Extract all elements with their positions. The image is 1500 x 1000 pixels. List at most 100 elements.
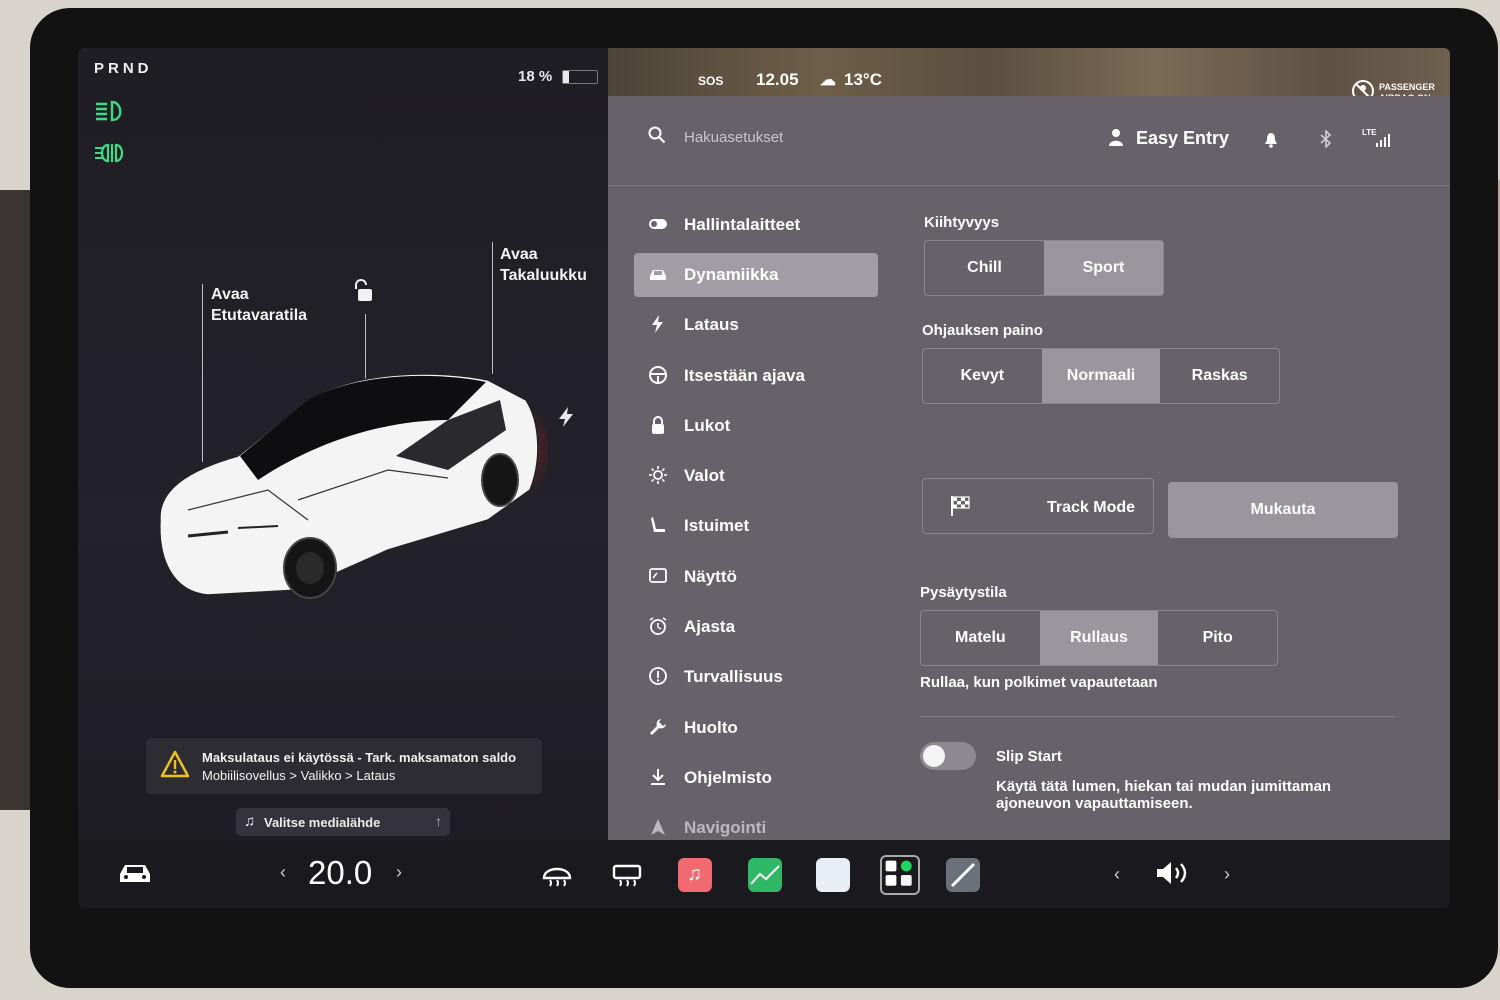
fog-light-icon xyxy=(95,143,124,163)
nav-item-lukot[interactable]: Lukot xyxy=(634,401,878,451)
search-icon[interactable] xyxy=(648,126,666,144)
option-chill[interactable]: Chill xyxy=(925,241,1044,295)
volume-prev-button[interactable]: ‹ xyxy=(1114,864,1120,885)
settings-nav: Hallintalaitteet Dynamiikka Lataus Itsestää… xyxy=(634,200,878,854)
battery-gauge xyxy=(562,70,598,84)
nav-item-turvallisuus[interactable]: Turvallisuus xyxy=(634,652,878,702)
nav-item-label: Valot xyxy=(684,466,725,486)
seat-icon xyxy=(651,517,665,533)
volume-next-button[interactable]: › xyxy=(1224,864,1230,885)
temp-down-button[interactable]: ‹ xyxy=(280,862,286,883)
nav-item-dynamiikka[interactable]: Dynamiikka xyxy=(634,253,878,298)
frunk-label-line1: Avaa xyxy=(211,286,249,303)
stocks-app-icon[interactable] xyxy=(748,858,782,892)
display-icon xyxy=(649,567,667,583)
car-panel: PRND 18 % Avaa Etutavaratila Avaa Takalu… xyxy=(78,48,608,840)
nav-item-itsestään-ajava[interactable]: Itsestään ajava xyxy=(634,351,878,401)
calendar-app-icon[interactable] xyxy=(816,858,850,892)
music-note-icon: ♫ xyxy=(244,813,256,830)
settings-header: Hakuasetukset Easy Entry LTE xyxy=(608,96,1450,186)
frunk-label-line2: Etutavaratila xyxy=(211,307,308,324)
app-launcher-icon[interactable] xyxy=(880,855,920,895)
slip-start-description: Käytä tätä lumen, hiekan tai mudan jumit… xyxy=(996,778,1332,812)
steering-wheel-icon xyxy=(649,365,667,384)
open-frunk-button[interactable]: Avaa Etutavaratila xyxy=(211,284,307,326)
arrow-up-icon: ↑ xyxy=(435,813,442,829)
option-normaali[interactable]: Normaali xyxy=(1041,349,1161,403)
battery-fill xyxy=(563,71,570,83)
nav-item-label: Itsestään ajava xyxy=(684,365,805,385)
nav-item-lataus[interactable]: Lataus xyxy=(634,300,878,350)
steering-selector: Kevyt Normaali Raskas xyxy=(922,348,1280,404)
acceleration-selector: Chill Sport xyxy=(924,240,1164,296)
unlock-icon[interactable] xyxy=(350,278,376,304)
nav-item-ohjelmisto[interactable]: Ohjelmisto xyxy=(634,753,878,803)
nav-item-ajasta[interactable]: Ajasta xyxy=(634,602,878,652)
car-3d-illustration xyxy=(159,373,548,599)
nav-item-label: Dynamiikka xyxy=(684,265,779,285)
nav-item-label: Näyttö xyxy=(684,566,737,586)
media-source-label: Valitse medialähde xyxy=(264,815,381,830)
nav-item-istuimet[interactable]: Istuimet xyxy=(634,501,878,551)
checkered-flag-icon xyxy=(951,496,970,516)
option-sport[interactable]: Sport xyxy=(1044,241,1163,295)
nav-item-huolto[interactable]: Huolto xyxy=(634,703,878,753)
car-icon[interactable] xyxy=(116,860,154,886)
search-input[interactable]: Hakuasetukset xyxy=(684,129,783,146)
media-source-button[interactable]: ♫ Valitse medialähde ↑ xyxy=(236,808,450,836)
option-raskas[interactable]: Raskas xyxy=(1160,349,1279,403)
sun-icon xyxy=(649,466,667,485)
track-mode-button[interactable]: Track Mode xyxy=(922,478,1154,534)
nav-item-label: Ajasta xyxy=(684,617,736,637)
nav-item-näyttö[interactable]: Näyttö xyxy=(634,552,878,602)
nav-item-label: Lukot xyxy=(684,415,731,435)
toggle-icon xyxy=(649,219,667,229)
trunk-callout-line xyxy=(492,242,493,374)
front-defrost-icon[interactable] xyxy=(540,858,574,892)
nav-item-label: Ohjelmisto xyxy=(684,767,772,787)
car-icon xyxy=(650,270,666,281)
bell-icon[interactable] xyxy=(1264,132,1278,148)
stopping-mode-description: Rullaa, kun polkimet vapautetaan xyxy=(920,674,1158,691)
camera-app-icon[interactable] xyxy=(946,858,980,892)
headlight-icon xyxy=(96,100,122,122)
bottom-bar: ‹ 20.0 › ♫ ‹ › xyxy=(78,840,1450,908)
open-trunk-button[interactable]: Avaa Takaluukku xyxy=(500,244,587,286)
outside-temperature: 13°C xyxy=(844,70,882,89)
temp-up-button[interactable]: › xyxy=(396,862,402,883)
stopping-mode-selector: Matelu Rullaus Pito xyxy=(920,610,1278,666)
warning-icon xyxy=(160,750,190,778)
bluetooth-icon[interactable] xyxy=(1320,130,1332,148)
lte-signal-icon: LTE xyxy=(1362,128,1396,148)
nav-item-label: Huolto xyxy=(684,717,738,737)
option-kevyt[interactable]: Kevyt xyxy=(923,349,1042,403)
slip-start-title: Slip Start xyxy=(996,748,1062,765)
alert-path: Mobiilisovellus > Valikko > Lataus xyxy=(202,768,396,783)
option-rullaus[interactable]: Rullaus xyxy=(1039,611,1159,665)
volume-icon[interactable] xyxy=(1154,858,1194,888)
clock: 12.05 xyxy=(756,70,799,89)
user-icon[interactable] xyxy=(1108,128,1124,146)
charging-alert[interactable]: Maksulataus ei käytössä - Tark. maksamat… xyxy=(146,738,542,794)
navigation-icon xyxy=(651,819,665,836)
option-matelu[interactable]: Matelu xyxy=(921,611,1040,665)
lock-icon xyxy=(652,415,664,434)
info-circle-icon xyxy=(649,667,667,686)
driver-profile[interactable]: Easy Entry xyxy=(1136,128,1229,149)
slip-start-toggle[interactable] xyxy=(920,742,976,770)
cloud-icon: ☁ xyxy=(820,72,836,89)
track-mode-label: Track Mode xyxy=(1047,499,1136,516)
nav-item-valot[interactable]: Valot xyxy=(634,451,878,501)
customize-button[interactable]: Mukauta xyxy=(1168,482,1398,538)
nav-item-label: Navigointi xyxy=(684,818,767,838)
stopping-mode-title: Pysäytystila xyxy=(920,584,1007,601)
nav-item-label: Lataus xyxy=(684,315,739,335)
cabin-temperature[interactable]: 20.0 xyxy=(308,854,372,892)
nav-item-hallintalaitteet[interactable]: Hallintalaitteet xyxy=(634,200,878,250)
sos-label: SOS xyxy=(698,74,724,88)
music-app-icon[interactable]: ♫ xyxy=(678,858,712,892)
rear-defrost-icon[interactable] xyxy=(610,858,644,892)
charge-port-icon[interactable] xyxy=(556,406,576,428)
gear-indicator: PRND xyxy=(94,60,153,77)
option-pito[interactable]: Pito xyxy=(1158,611,1277,665)
